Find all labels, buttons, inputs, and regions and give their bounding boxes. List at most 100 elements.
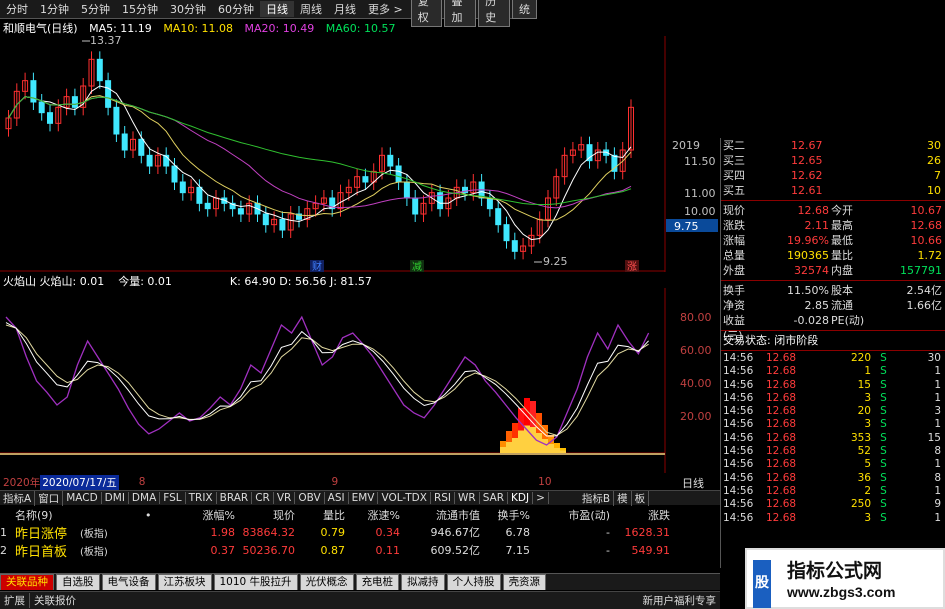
related-quote-button[interactable]: 关联报价 [29,593,80,608]
indicator-tab[interactable]: 窗口 [35,490,64,506]
col-change[interactable]: 涨跌 [610,507,670,523]
indicator-tab[interactable]: CR [252,492,274,504]
table-row[interactable]: 1 昨日涨停 (板指) 1.98 83864.32 0.79 0.34 946.67亿 6.78… [0,523,720,542]
indicator-tab[interactable]: ASI [325,492,349,504]
indicator-tab[interactable]: KDJ [508,492,534,504]
tick-s: S [880,365,887,378]
quote-l1: 净资 [723,299,745,312]
col-speed[interactable]: 涨速% [345,507,400,523]
bottom-tab[interactable]: 个人持股 [446,574,501,590]
overlay-button[interactable]: 叠加 [444,0,477,27]
period-tab-1min[interactable]: 1分钟 [34,1,75,17]
expand-button[interactable]: 扩展 [0,593,29,608]
quote-l2: 最低 [831,234,853,247]
period-tab-day[interactable]: 日线 [260,1,294,17]
indicator-tab[interactable]: 指标A [0,490,36,506]
quote-row: 外盘 32574 内盘 157791 [721,263,945,278]
indicator-chart[interactable]: 80.00 60.00 40.00 20.00 [0,288,720,473]
bottom-tab[interactable]: 光伏概念 [299,574,354,590]
period-tab-fenshi[interactable]: 分时 [0,1,34,17]
indicator-jinliang: 今量: 0.01 [118,275,172,288]
tick-p: 12.68 [766,511,797,524]
table-row[interactable]: 2 昨日首板 (板指) 0.37 50236.70 0.87 0.11 609.52亿 7.15… [0,541,720,560]
tick-n: 15 [927,431,941,444]
tick-row: 14:56 12.68 3 S 1 [721,512,945,525]
order-book: 买二 12.67 30 买三 12.65 26 买四 12.62 7 买五 12.61 10 [721,138,945,198]
period-tab-60min[interactable]: 60分钟 [212,1,260,17]
indicator-tab[interactable]: VOL-TDX [378,492,431,504]
tick-s: S [880,445,887,458]
trade-status: 交易状态: 闭市阶段 [723,334,819,347]
tick-t: 14:56 [723,471,754,484]
indicator-tab[interactable]: BRAR [217,492,253,504]
new-user-promo[interactable]: 新用户福利专享 [639,593,721,608]
col-name[interactable]: 名称(9) [15,507,145,523]
indicator-tab[interactable]: 模 [614,490,632,506]
bottom-tab[interactable]: 拟减持 [401,574,445,590]
col-pe[interactable]: 市盈(动) [530,507,610,523]
quote-v2: 1.72 [917,249,943,262]
bottom-tab[interactable]: 电气设备 [101,574,156,590]
col-vol-ratio[interactable]: 量比 [295,507,345,523]
col-change-pct[interactable]: 涨幅% [175,507,235,523]
indicator-tab[interactable]: MACD [63,492,102,504]
quote-v1: 12.68 [797,204,830,217]
indicator-tab[interactable]: 板 [632,490,650,506]
bottom-tab[interactable]: 充电桩 [355,574,400,590]
indicator-tab[interactable]: 指标B [579,490,615,506]
bottom-tab[interactable]: 自选股 [56,574,100,590]
restore-rights-button[interactable]: 复权 [410,0,443,27]
quote-l1: 收益(三) [723,314,745,342]
col-turnover[interactable]: 换手% [480,507,530,523]
candlestick-chart[interactable]: 13.37 9.25 2019 11.50 11.00 10.00 9.75 财… [0,36,720,272]
indicator-tab[interactable]: WR [455,492,480,504]
status-bar: 扩展 关联报价 新用户福利专享 [0,591,720,609]
col-price[interactable]: 现价 [235,507,295,523]
high-price-label: 13.37 [90,36,122,47]
period-tab-5min[interactable]: 5分钟 [75,1,116,17]
indicator-tab[interactable]: DMI [102,492,129,504]
cell-turnover: 7.15 [505,543,531,557]
tick-p: 12.68 [766,458,797,471]
col-float-cap[interactable]: 流通市值 [400,507,480,523]
indicator-tab[interactable]: FSL [160,492,186,504]
bottom-tab[interactable]: 1010 牛股拉升 [213,574,298,590]
tick-n: 1 [934,511,941,524]
indicator-tab[interactable]: RSI [431,492,455,504]
period-tab-week[interactable]: 周线 [294,1,328,17]
candle-down [412,197,419,215]
indicator-tab[interactable]: > [533,492,549,504]
indicator-tab[interactable]: SAR [480,492,509,504]
flame-bar-core [560,450,566,453]
period-tab-more[interactable]: 更多 > [362,1,409,17]
period-tab-30min[interactable]: 30分钟 [164,1,212,17]
quote-l1: 总量 [723,249,745,262]
flame-bar-core [530,427,536,453]
quote-l2: 股本 [831,284,853,297]
indicator-tab[interactable]: EMV [349,492,379,504]
indicator-tab[interactable]: TRIX [186,492,217,504]
tick-n: 1 [934,418,941,431]
bottom-tab[interactable]: 江苏板块 [157,574,212,590]
tick-s: S [880,352,887,364]
flame-bar-core [500,447,506,453]
candle-down [113,106,120,135]
bottom-tab[interactable]: 壳资源 [502,574,547,590]
indicator-tab[interactable]: OBV [295,492,325,504]
period-tab-month[interactable]: 月线 [328,1,362,17]
candle-down [362,176,369,183]
quote-v1: 2.11 [804,219,830,232]
kdj-values: K: 64.90 D: 56.56 J: 81.57 [229,274,372,288]
tick-p: 12.68 [766,405,797,418]
month-label: 10 [538,476,552,488]
candle-down [511,240,518,252]
stats-button[interactable]: 统 [512,0,538,19]
indicator-tab[interactable]: VR [274,492,296,504]
price-axis-tick: 11.00 [684,187,716,200]
history-button[interactable]: 历史 [478,0,511,27]
bottom-tab[interactable]: 关联品种 [0,574,54,590]
tick-row: 14:56 12.68 2 S 1 [721,485,945,498]
indicator-tab[interactable]: DMA [129,492,161,504]
period-tab-15min[interactable]: 15分钟 [116,1,164,17]
tick-row: 14:56 12.68 36 S 8 [721,472,945,485]
